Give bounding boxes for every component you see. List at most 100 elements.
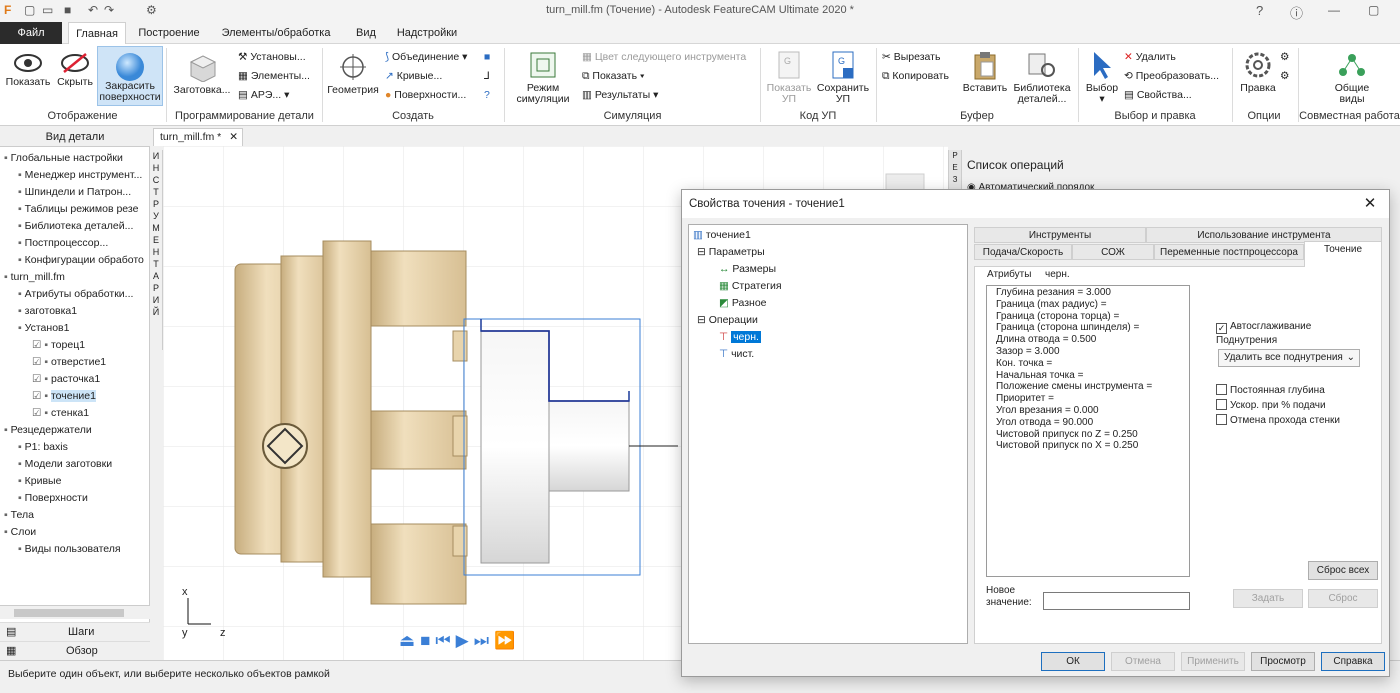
settings-small-gear-icon[interactable]: ⚙ (1280, 49, 1289, 65)
results-vertical-tab[interactable]: РЕЗ (949, 150, 962, 190)
part-library-button[interactable]: Библиотека деталей... (1010, 50, 1074, 105)
sim-eject-icon[interactable]: ⏏ (399, 631, 420, 650)
tree-strategy[interactable]: ▦ Стратегия (719, 278, 782, 295)
select-button[interactable]: Выбор ▾ (1082, 50, 1122, 105)
reset-all-button[interactable]: Сброс всех (1308, 561, 1378, 580)
maximize-icon[interactable]: ▢ (1368, 3, 1379, 17)
features-button[interactable]: ▦ Элементы... (238, 68, 310, 84)
tree-op-finish[interactable]: ⊤ чист. (719, 346, 754, 363)
attribute-row[interactable]: Чистовой припуск по Z = 0.250 (996, 429, 1180, 441)
tree-item[interactable]: ▪ Модели заготовки (18, 456, 112, 473)
close-tab-icon[interactable]: ✕ (229, 129, 238, 146)
tree-item[interactable]: ☑ ▪ стенка1 (32, 405, 89, 422)
paste-button[interactable]: Вставить (960, 50, 1010, 94)
tab-features[interactable]: Элементы/обработка (216, 22, 336, 44)
edit-options-button[interactable]: Правка (1236, 50, 1280, 94)
tree-item[interactable]: ▪ Поверхности (18, 490, 88, 507)
toolbox-vertical-tab[interactable]: ИНСТРУМЕНТАРИЙ (150, 150, 163, 350)
surfaces-button[interactable]: ● Поверхности... (385, 87, 466, 103)
auto-smooth-checkbox[interactable]: ✓ Автосглаживание (1216, 320, 1311, 334)
tree-item[interactable]: ▪ Слои (4, 524, 36, 541)
tree-params[interactable]: ⊟ Параметры (697, 244, 765, 261)
stock-button[interactable]: Заготовка... (170, 52, 234, 96)
transform-button[interactable]: ⟲ Преобразовать... (1124, 68, 1219, 84)
attribute-row[interactable]: Приоритет = (996, 393, 1180, 405)
attributes-list[interactable]: Глубина резания = 3.000 Граница (max ради… (986, 285, 1190, 577)
sim-show-button[interactable]: ⧉ Показать ▾ (582, 68, 644, 84)
ok-button[interactable]: ОК (1041, 652, 1105, 671)
tab-addins[interactable]: Надстройки (392, 22, 462, 44)
results-button[interactable]: ▥ Результаты ▾ (582, 87, 658, 103)
preview-button[interactable]: Просмотр (1251, 652, 1315, 671)
hide-button[interactable]: Скрыть (54, 52, 96, 88)
shade-surfaces-button[interactable]: Закрасить поверхности (97, 46, 163, 106)
new-value-input[interactable] (1043, 592, 1190, 610)
undercuts-select[interactable]: Удалить все поднутрения ⌄ (1218, 349, 1360, 367)
curves-button[interactable]: ↗ Кривые... (385, 68, 442, 84)
shared-views-button[interactable]: Общие виды (1322, 50, 1382, 105)
tab-tools[interactable]: Инструменты (974, 227, 1146, 243)
tree-item[interactable]: ▪ Таблицы режимов резе (18, 201, 138, 218)
attribute-row[interactable]: Начальная точка = (996, 370, 1180, 382)
const-depth-checkbox[interactable]: Постоянная глубина (1216, 384, 1325, 398)
save-nc-button[interactable]: G Сохранить УП (814, 50, 872, 105)
overview-tab[interactable]: ▦ Обзор (0, 641, 150, 660)
tree-item[interactable]: ▪ Постпроцессор... (18, 235, 108, 252)
document-tab[interactable]: turn_mill.fm * ✕ (153, 128, 243, 146)
axis-icon[interactable]: ⅃ (484, 68, 490, 84)
accel-feed-checkbox[interactable]: Ускор. при % подачи (1216, 399, 1326, 413)
tree-item[interactable]: ▪ Кривые (18, 473, 61, 490)
tree-op-rough[interactable]: ⊤ черн. (719, 329, 761, 346)
tree-item[interactable]: ▪ Атрибуты обработки... (18, 286, 133, 303)
tree-item[interactable]: ▪ Установ1 (18, 320, 69, 337)
tab-file[interactable]: Файл (0, 22, 62, 44)
solid-icon[interactable]: ■ (484, 49, 490, 65)
cut-button[interactable]: ✂ Вырезать (882, 49, 940, 65)
sim-stop-icon[interactable]: ■ (420, 631, 435, 650)
tree-item[interactable]: ▪ Библиотека деталей... (18, 218, 133, 235)
tree-sizes[interactable]: ↔ Размеры (719, 261, 776, 278)
tree-item[interactable]: ☑ ▪ торец1 (32, 337, 85, 354)
tree-item[interactable]: ☑ ▪ точение1 (32, 388, 96, 405)
attribute-row[interactable]: Длина отвода = 0.500 (996, 334, 1180, 346)
tab-feed-speed[interactable]: Подача/Скорость (974, 244, 1072, 260)
tree-item[interactable]: ☑ ▪ отверстие1 (32, 354, 106, 371)
help-small-icon[interactable]: ? (484, 87, 490, 103)
reset-button[interactable]: Сброс (1308, 589, 1378, 608)
tree-item[interactable]: ▪ P1: baxis (18, 439, 68, 456)
tree-item[interactable]: ▪ Глобальные настройки (4, 150, 123, 167)
tab-turning[interactable]: Точение (1304, 241, 1382, 267)
tree-scrollbar[interactable] (0, 605, 150, 619)
setups-button[interactable]: ⚒ Установы... (238, 49, 306, 65)
tree-misc[interactable]: ◩ Разное (719, 295, 767, 312)
tree-item[interactable]: ▪ Менеджер инструмент... (18, 167, 142, 184)
tree-item[interactable]: ▪ Резцедержатели (4, 422, 92, 439)
tab-coolant[interactable]: СОЖ (1072, 244, 1154, 260)
attribute-row[interactable]: Глубина резания = 3.000 (996, 287, 1180, 299)
help-button[interactable]: Справка (1321, 652, 1385, 671)
geometry-button[interactable]: Геометрия (325, 52, 381, 96)
sim-play-icon[interactable]: ▶ (456, 631, 474, 650)
tab-post-variables[interactable]: Переменные постпроцессора (1154, 244, 1304, 260)
cancel-button[interactable]: Отмена (1111, 652, 1175, 671)
attribute-row[interactable]: Граница (max радиус) = (996, 299, 1180, 311)
attribute-row[interactable]: Чистовой припуск по X = 0.250 (996, 440, 1180, 452)
attribute-row[interactable]: Положение смены инструмента = (996, 381, 1180, 393)
attribute-row[interactable]: Угол врезания = 0.000 (996, 405, 1180, 417)
tree-operations[interactable]: ⊟ Операции (697, 312, 758, 329)
properties-button[interactable]: ▤ Свойства... (1124, 87, 1192, 103)
show-button[interactable]: Показать (4, 52, 52, 88)
tab-home[interactable]: Главная (68, 22, 126, 45)
set-button[interactable]: Задать (1233, 589, 1303, 608)
sim-step-back-icon[interactable]: ⏮ (435, 631, 455, 650)
sim-fast-forward-icon[interactable]: ⏩ (494, 631, 520, 650)
attribute-row[interactable]: Зазор = 3.000 (996, 346, 1180, 358)
tree-item[interactable]: ▪ заготовка1 (18, 303, 77, 320)
tree-item[interactable]: ▪ Шпиндели и Патрон... (18, 184, 131, 201)
tree-item[interactable]: ▪ Конфигурации обработо (18, 252, 144, 269)
info-icon[interactable]: ⓘ (1290, 3, 1303, 22)
ape-button[interactable]: ▤ АРЭ... ▾ (238, 87, 289, 103)
union-button[interactable]: ⟆ Объединение ▾ (385, 49, 467, 65)
attribute-row[interactable]: Кон. точка = (996, 358, 1180, 370)
close-icon[interactable]: ✕ (1359, 193, 1381, 215)
